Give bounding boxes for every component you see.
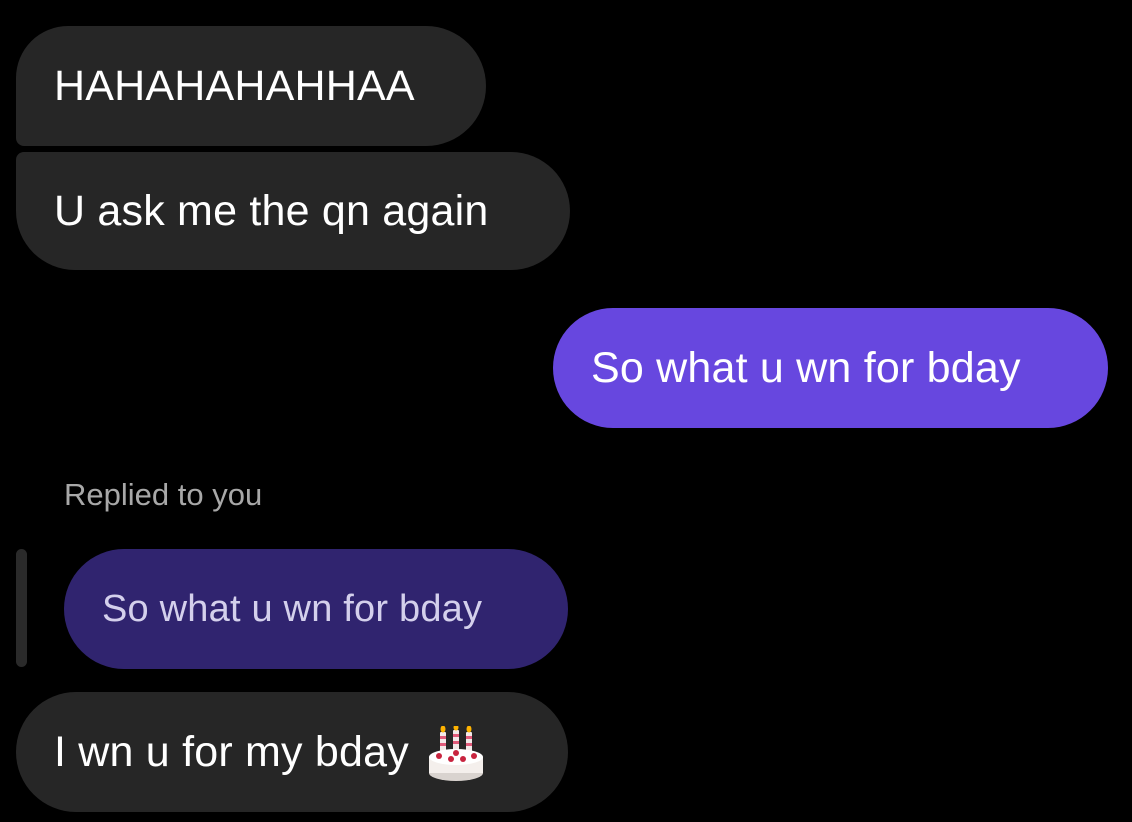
message-thread: HAHAHAHAHHAA U ask me the qn again So wh… — [0, 0, 1132, 822]
reply-context-label: Replied to you — [64, 477, 263, 512]
quoted-message-text: So what u wn for bday — [102, 588, 483, 630]
incoming-message-bubble[interactable]: U ask me the qn again — [16, 152, 570, 270]
reply-indicator-bar — [16, 549, 27, 667]
message-text: So what u wn for bday — [591, 343, 1021, 392]
incoming-message-bubble[interactable]: I wn u for my bday — [16, 692, 568, 812]
message-text: U ask me the qn again — [54, 186, 489, 235]
birthday-cake-icon — [427, 724, 485, 782]
outgoing-message-bubble[interactable]: So what u wn for bday — [553, 308, 1108, 428]
incoming-message-bubble[interactable]: HAHAHAHAHHAA — [16, 26, 486, 146]
quoted-message-bubble[interactable]: So what u wn for bday — [64, 549, 568, 669]
message-text: I wn u for my bday — [54, 727, 409, 776]
message-text: HAHAHAHAHHAA — [54, 61, 415, 110]
